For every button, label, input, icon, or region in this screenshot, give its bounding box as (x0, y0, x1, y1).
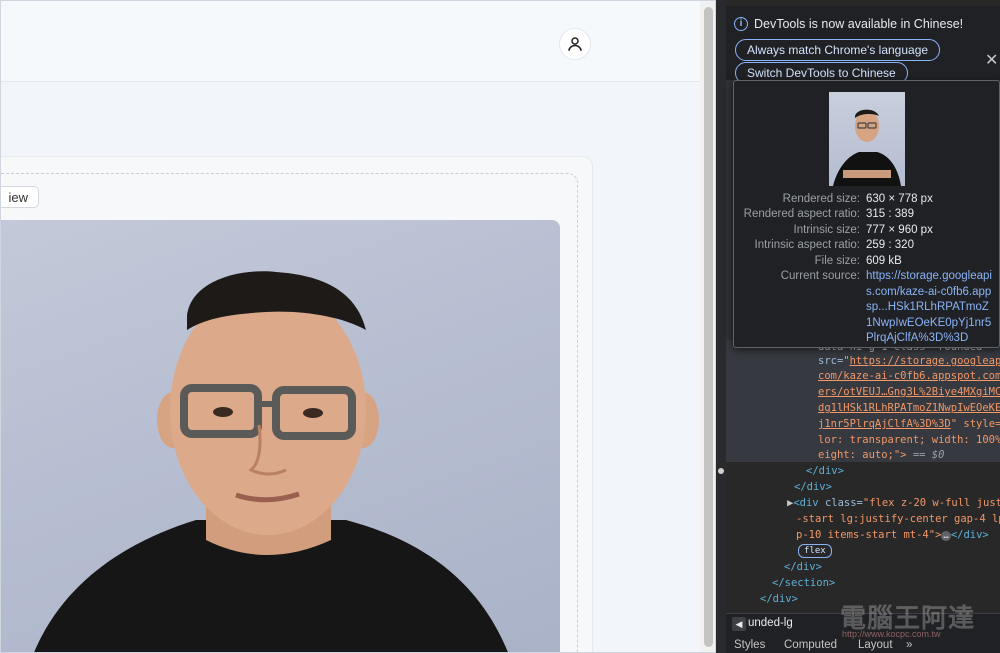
code-line[interactable]: </div> (760, 593, 798, 605)
watermark-url: http://www.kocpc.com.tw (842, 629, 941, 639)
tab-more[interactable]: » (906, 639, 912, 651)
thumbnail-illustration (833, 109, 901, 186)
portrait-image[interactable] (1, 220, 560, 652)
code-link[interactable]: com/kaze-ai-c0fb6.appspot.com (818, 370, 1000, 382)
code-attr-value: eight: auto;"> (818, 449, 907, 461)
code-line[interactable]: </section> (772, 577, 835, 589)
code-line: -start lg:justify-center gap-4 lp (796, 513, 1000, 525)
code-attr-value: "flex z-20 w-full just (862, 497, 1000, 509)
splitter-handle[interactable] (718, 468, 724, 474)
tooltip-label: File size: (814, 255, 860, 267)
code-line[interactable]: ▶<div class="flex z-20 w-full just (787, 497, 1000, 509)
tab-layout[interactable]: Layout (858, 639, 893, 651)
ellipsis-button[interactable]: … (941, 531, 951, 541)
tab-styles[interactable]: Styles (734, 639, 765, 651)
banner-message: DevTools is now available in Chinese! (754, 17, 964, 31)
tooltip-label: Intrinsic size: (793, 224, 860, 236)
tooltip-label: Current source: (780, 270, 860, 282)
code-line: lor: transparent; width: 100% (818, 434, 1000, 446)
code-tag: <div (793, 497, 819, 509)
code-line[interactable]: </div> (794, 481, 832, 493)
always-match-language-button[interactable]: Always match Chrome's language (735, 39, 941, 61)
close-icon[interactable]: ✕ (985, 50, 998, 70)
code-line: src="https://storage.googleap (818, 355, 1000, 367)
tab-computed[interactable]: Computed (784, 639, 837, 651)
code-line[interactable]: </div> (784, 561, 822, 573)
code-link[interactable]: https://storage.googleap (850, 355, 1000, 367)
tooltip-value: 630 × 778 px (866, 193, 933, 205)
code-link[interactable]: ers/otVEUJ…Gng3L%2Biye4MXgiMC (818, 386, 1000, 398)
current-source-url: https://storage.googleapis.com/kaze-ai-c… (866, 270, 992, 344)
page-header (1, 1, 701, 82)
breadcrumb-item[interactable]: unded-lg (748, 617, 793, 629)
code-tag: </div> (950, 529, 989, 541)
devtools-splitter[interactable] (716, 0, 726, 653)
tooltip-value: 259 : 320 (866, 239, 914, 251)
code-attr: class= (818, 497, 863, 509)
code-link[interactable]: j1nr5PlrqAjClfA%3D%3D (818, 418, 951, 430)
user-icon (568, 37, 582, 51)
image-thumbnail (829, 92, 905, 186)
breadcrumb-scroll-left-icon[interactable]: ◀ (732, 617, 746, 631)
tooltip-label: Intrinsic aspect ratio: (754, 239, 860, 251)
code-attr-value: " style= (950, 418, 1000, 430)
tooltip-value: 315 : 389 (866, 208, 914, 220)
tooltip-label: Rendered size: (782, 193, 860, 205)
user-account-button[interactable] (559, 28, 591, 60)
info-icon: i (734, 17, 748, 31)
tooltip-value: 609 kB (866, 255, 902, 267)
code-line: p-10 items-start mt-4">… </div> (796, 529, 989, 541)
flex-badge[interactable]: flex (798, 544, 832, 558)
preview-button[interactable]: iew (1, 186, 39, 208)
code-attr-value: p-10 items-start mt-4"> (796, 529, 942, 541)
code-line[interactable]: </div> (806, 465, 844, 477)
tooltip-value: 777 × 960 px (866, 224, 933, 236)
code-link[interactable]: dg1lHSk1RLhRPATmoZ1NwpIwEOeKE (818, 402, 1000, 414)
web-page: iew (0, 0, 716, 653)
tooltip-label: Rendered aspect ratio: (743, 208, 860, 220)
portrait-illustration (34, 271, 508, 652)
console-ref: == $0 (906, 449, 945, 461)
code-line: j1nr5PlrqAjClfA%3D%3D" style= (818, 418, 1000, 430)
code-line: eight: auto;"> == $0 (818, 449, 944, 461)
code-attr: src=" (818, 355, 850, 367)
page-scrollbar-thumb[interactable] (704, 7, 713, 647)
